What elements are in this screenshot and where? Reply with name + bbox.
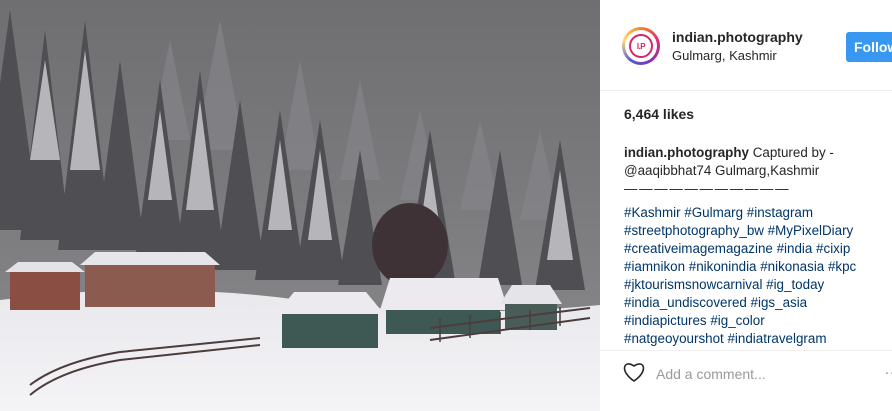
snowy-landscape-photo: [0, 0, 600, 411]
hashtag-line[interactable]: #indiapictures #ig_color: [624, 312, 892, 330]
caption-text-line2: @aaqibbhat74 Gulmarg,Kashmir: [624, 163, 820, 178]
comment-bar: …: [600, 350, 892, 411]
likes-count[interactable]: 6,464 likes: [624, 106, 694, 122]
caption-text-line1: Captured by -: [752, 145, 834, 160]
hashtag-line[interactable]: #jktourismsnowcarnival #ig_today: [624, 276, 892, 294]
avatar[interactable]: I.P: [622, 27, 660, 65]
post-header: I.P indian.photography Gulmarg, Kashmir …: [600, 0, 892, 91]
avatar-inner: I.P: [625, 30, 657, 62]
heart-icon[interactable]: [622, 361, 646, 388]
post-username[interactable]: indian.photography: [672, 29, 803, 45]
post-caption: indian.photography Captured by - @aaqibb…: [624, 144, 892, 348]
follow-button[interactable]: Follow: [846, 32, 892, 62]
caption-divider: — — — — — — — — — — —: [624, 181, 789, 196]
hashtag-list: #Kashmir #Gulmarg #instagram #streetphot…: [624, 204, 892, 348]
hashtag-line[interactable]: #streetphotography_bw #MyPixelDiary: [624, 222, 892, 240]
hashtag-line[interactable]: #iamnikon #nikonindia #nikonasia #kpc: [624, 258, 892, 276]
hashtag-line[interactable]: #Kashmir #Gulmarg #instagram: [624, 204, 892, 222]
avatar-logo-icon: I.P: [629, 34, 653, 58]
caption-username[interactable]: indian.photography: [624, 145, 749, 160]
post-details-panel: I.P indian.photography Gulmarg, Kashmir …: [600, 0, 892, 411]
hashtag-line[interactable]: #india_undiscovered #igs_asia: [624, 294, 892, 312]
post-location[interactable]: Gulmarg, Kashmir: [672, 48, 777, 63]
hashtag-line[interactable]: #natgeoyourshot #indiatravelgram: [624, 330, 892, 348]
more-options-icon[interactable]: …: [884, 361, 892, 379]
comment-input[interactable]: [656, 363, 876, 385]
post-photo[interactable]: [0, 0, 600, 411]
hashtag-line[interactable]: #creativeimagemagazine #india #cixip: [624, 240, 892, 258]
